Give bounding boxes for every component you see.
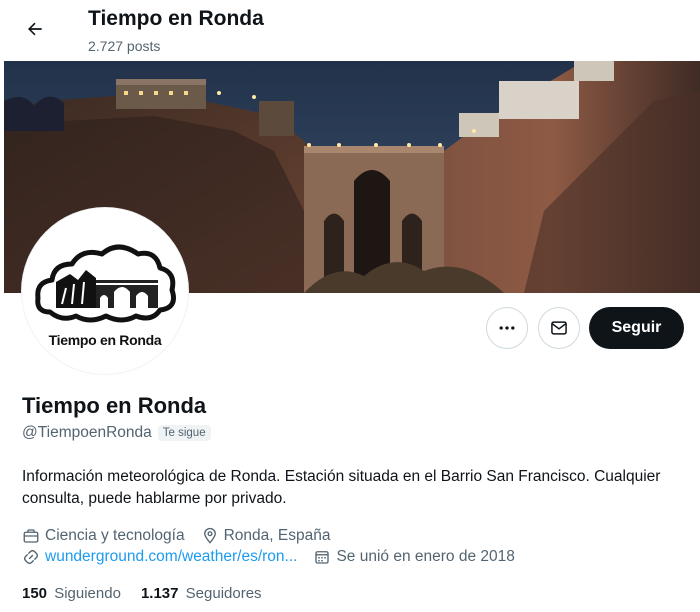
category-item: Ciencia y tecnología [22,527,185,545]
followers-label: Seguidores [185,585,262,602]
top-bar: Tiempo en Ronda 2.727 posts [0,0,700,60]
follow-button[interactable]: Seguir [589,307,684,349]
location-pin-icon [203,527,216,544]
meta-row-2: wunderground.com/weather/es/ron... Se un… [22,548,531,566]
location-item: Ronda, España [201,527,331,545]
stats-row: 150 Siguiendo 1.137 Seguidores [22,585,262,602]
meta-row-1: Ciencia y tecnología Ronda, España [22,527,346,545]
following-stat[interactable]: 150 Siguiendo [22,585,121,602]
profile-name: Tiempo en Ronda [22,393,207,418]
more-options-button[interactable] [486,307,528,349]
link-icon [23,549,39,565]
following-label: Siguiendo [54,585,121,602]
cloud-bridge-logo [35,244,176,323]
joined-item: Se unió en enero de 2018 [313,548,515,566]
website-link[interactable]: wunderground.com/weather/es/ron... [45,548,297,566]
message-button[interactable] [538,307,580,349]
following-count: 150 [22,585,48,602]
arrow-left-icon [28,22,42,36]
profile-bio: Información meteorológica de Ronda. Esta… [22,468,661,507]
website-item[interactable]: wunderground.com/weather/es/ron... [22,548,297,566]
followers-count: 1.137 [140,585,179,602]
profile-handle: @TiempoenRonda [22,424,152,441]
joined-label: Se unió en enero de 2018 [336,548,515,565]
profile-avatar[interactable]: Tiempo en Ronda [22,208,188,374]
avatar-caption: Tiempo en Ronda [48,332,162,348]
back-button[interactable] [18,12,52,46]
envelope-icon [551,321,567,335]
category-label: Ciencia y tecnología [45,527,185,544]
header-title: Tiempo en Ronda [88,7,264,30]
calendar-icon [315,551,330,564]
more-dots-icon [499,326,515,330]
followers-stat[interactable]: 1.137 Seguidores [141,585,262,602]
posts-count: 2.727 posts [88,38,161,54]
briefcase-icon [23,529,39,543]
follows-you-badge: Te sigue [157,425,211,441]
handle-row: @TiempoenRonda Te sigue [22,424,211,442]
location-label: Ronda, España [223,527,331,544]
